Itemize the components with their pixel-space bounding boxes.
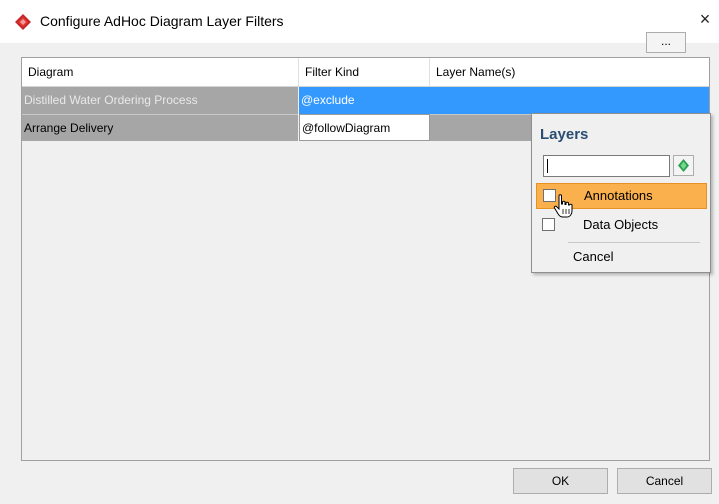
text-caret [547, 159, 548, 173]
filter-kind-cell[interactable]: @followDiagram [299, 114, 430, 141]
diagram-cell[interactable]: Distilled Water Ordering Process [22, 87, 298, 114]
popup-cancel-item[interactable]: Cancel [572, 246, 703, 268]
app-icon [15, 14, 31, 30]
layer-names-cell[interactable] [430, 87, 709, 114]
ok-button[interactable]: OK [513, 468, 608, 494]
filter-kind-cell[interactable]: @exclude [299, 87, 430, 114]
column-header-layer-names[interactable]: Layer Name(s) [430, 58, 709, 86]
table-header: Diagram Filter Kind Layer Name(s) [22, 58, 709, 87]
data-objects-checkbox[interactable] [542, 218, 555, 231]
layer-item-label: Annotations [584, 188, 653, 203]
close-button[interactable]: × [694, 7, 716, 31]
popup-separator [568, 242, 700, 243]
column-header-filter-kind[interactable]: Filter Kind [299, 58, 430, 86]
dialog-window: Configure AdHoc Diagram Layer Filters × … [0, 0, 719, 504]
layer-names-browse-button[interactable]: ... [646, 32, 686, 53]
layers-search-input[interactable] [543, 155, 670, 177]
column-header-diagram[interactable]: Diagram [22, 58, 299, 86]
layer-item-label: Data Objects [583, 217, 659, 232]
green-diamond-icon [678, 159, 689, 172]
hand-pointer-icon [553, 194, 573, 218]
layers-popup-title: Layers [540, 126, 589, 143]
layers-popup: Layers Annotations Data Objects Cancel [531, 113, 711, 273]
diagram-cell[interactable]: Arrange Delivery [22, 114, 298, 141]
window-title: Configure AdHoc Diagram Layer Filters [40, 13, 284, 29]
layers-filter-button[interactable] [673, 155, 694, 176]
table-row[interactable]: Distilled Water Ordering Process @exclud… [22, 87, 709, 114]
title-bar: Configure AdHoc Diagram Layer Filters × [0, 0, 719, 43]
cancel-button[interactable]: Cancel [617, 468, 712, 494]
